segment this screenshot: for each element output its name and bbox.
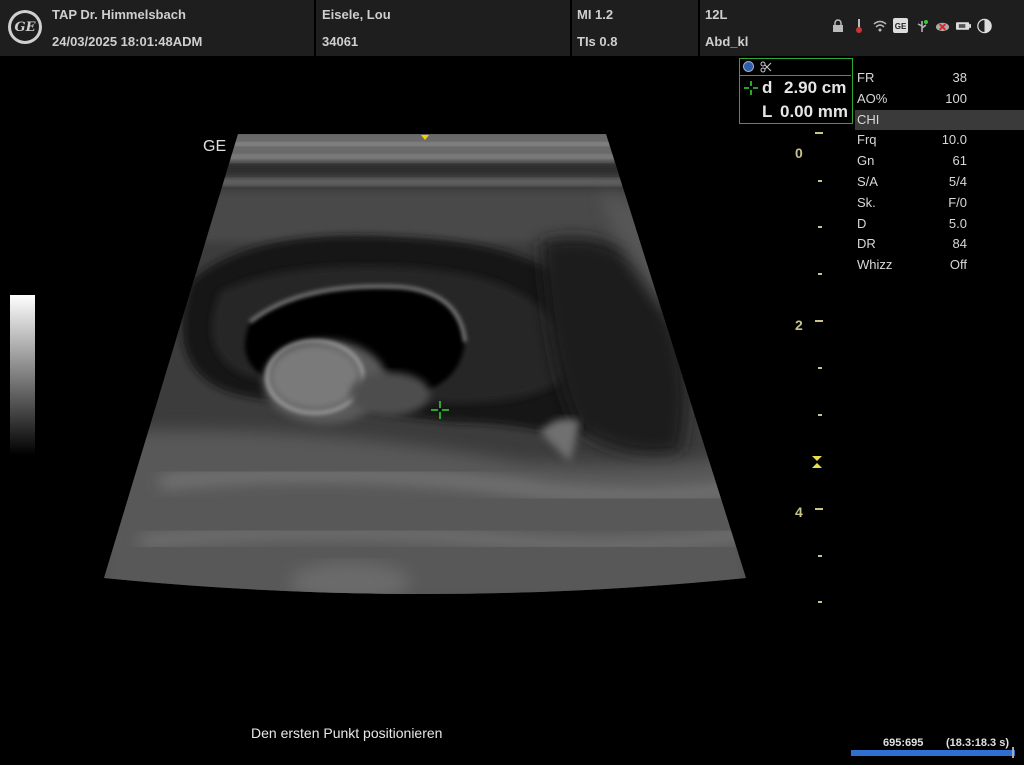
usb-icon (914, 18, 929, 33)
depth-label-0: 0 (795, 145, 803, 161)
battery-icon (956, 18, 971, 33)
mechanical-index: MI 1.2 (577, 7, 614, 22)
depth-tick (818, 555, 822, 557)
brand-label: GE (203, 138, 227, 155)
svg-text:GE: GE (895, 22, 907, 31)
cine-progress-handle[interactable] (1012, 747, 1014, 758)
length-label: L (762, 102, 773, 121)
ultrasound-image[interactable] (100, 132, 750, 604)
focus-zone-marker-icon[interactable] (810, 456, 824, 468)
depth-tick (815, 508, 823, 510)
lock-icon (830, 18, 845, 33)
param-chi[interactable]: CHI (855, 109, 1024, 131)
param-gn: Gn 61 (857, 153, 967, 169)
cine-progress-bar[interactable] (851, 750, 1015, 756)
param-fr: FR 38 (857, 70, 967, 85)
cine-time: (18.3:18.3 s) (946, 737, 1009, 749)
param-sk: Sk. F/0 (857, 194, 967, 210)
measurement-indicator-icon (743, 61, 754, 72)
depth-tick (818, 414, 822, 416)
depth-tick (818, 601, 822, 603)
depth-label-2: 2 (795, 317, 803, 333)
contrast-icon (977, 18, 992, 33)
exam-datetime: 24/03/2025 18:01:48ADM (52, 34, 203, 49)
param-frq: Frq 10.0 (857, 132, 967, 148)
param-dr: DR 84 (857, 236, 967, 252)
parameters-panel: FR 38 AO% 100 CHI Frq 10.0 Gn 61 S/A 5/4 Sk. F… (855, 68, 1024, 276)
scissors-icon (760, 61, 772, 73)
depth-tick (815, 132, 823, 134)
header-bar: GE TAP Dr. Himmelsbach 24/03/2025 18:01:… (0, 0, 1024, 56)
depth-tick (818, 180, 822, 182)
header-institution-cell: GE TAP Dr. Himmelsbach 24/03/2025 18:01:… (0, 0, 316, 56)
cine-frame-counter: 695:695 (883, 737, 924, 749)
caliper-icon (744, 81, 758, 95)
ge-logo-icon: GE (8, 10, 42, 44)
thermometer-icon (851, 18, 866, 33)
patient-name: Eisele, Lou (322, 7, 391, 22)
probe-name: 12L (705, 7, 728, 22)
param-whizz: Whizz Off (857, 257, 967, 273)
depth-tick (818, 226, 822, 228)
status-icons: GE (830, 18, 992, 33)
instruction-prompt: Den ersten Punkt positionieren (251, 725, 443, 741)
measurement-header (740, 59, 851, 76)
institution-name: TAP Dr. Himmelsbach (52, 7, 186, 22)
patient-id: 34061 (322, 34, 359, 49)
ge-service-icon: GE (893, 18, 908, 33)
depth-tick (818, 367, 822, 369)
header-patient-cell[interactable]: Eisele, Lou 34061 (316, 0, 572, 56)
depth-tick (815, 320, 823, 322)
depth-tick (818, 273, 822, 275)
length-value: 0.00 mm (780, 102, 849, 121)
param-sa: S/A 5/4 (857, 173, 967, 189)
preset-name: Abd_kl (705, 34, 749, 49)
param-ao: AO% 100 (857, 90, 967, 106)
wifi-icon (872, 18, 887, 33)
thermal-index: TIs 0.8 (577, 34, 618, 49)
depth-label-4: 4 (795, 504, 803, 520)
param-d: D 5.0 (857, 215, 967, 231)
grayscale-bar (10, 295, 35, 455)
header-safety-cell: MI 1.2 TIs 0.8 (572, 0, 700, 56)
distance-value: 2.90 cm (784, 78, 847, 97)
measurement-box: d 2.90 cm L 0.00 mm (739, 58, 853, 124)
network-disconnected-icon (935, 18, 950, 33)
distance-label: d (762, 78, 773, 97)
